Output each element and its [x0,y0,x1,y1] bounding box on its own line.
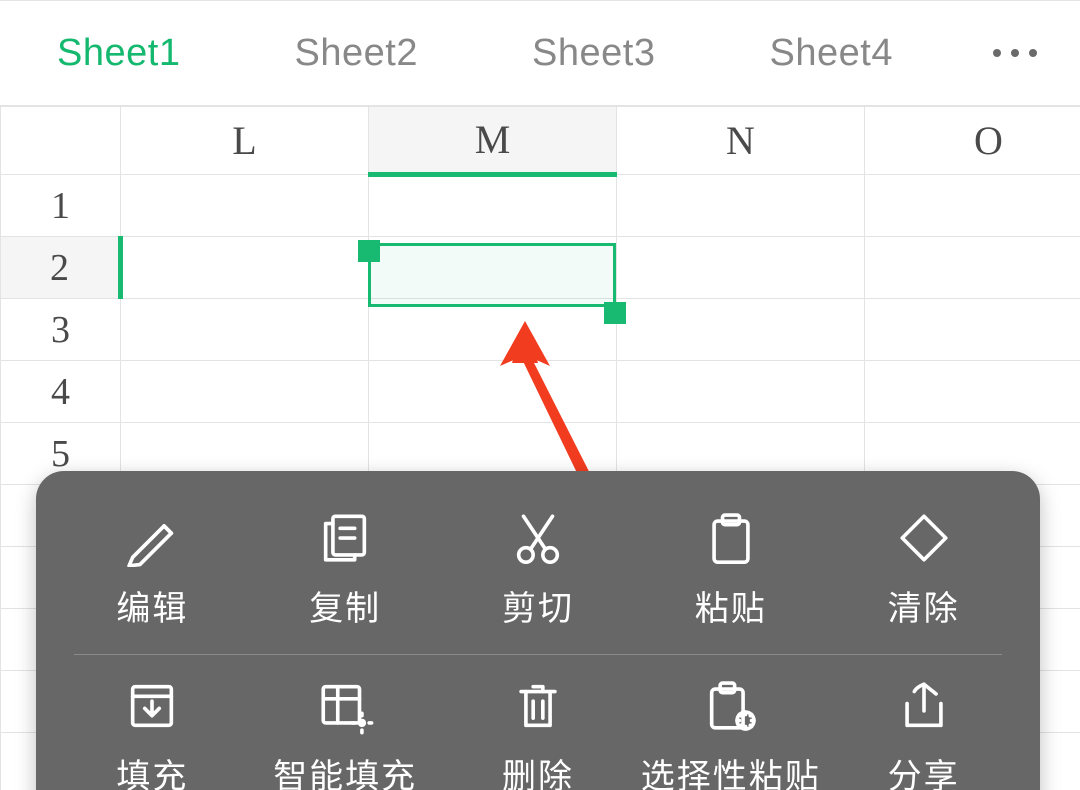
row-label: 3 [51,309,70,351]
cell-N3[interactable] [617,299,865,361]
ctx-label: 智能填充 [273,749,417,790]
ctx-label: 选择性粘贴 [641,749,821,790]
ctx-label: 剪切 [502,581,574,630]
selection-handle-bottom-right[interactable] [604,302,626,324]
column-header-O[interactable]: O [865,107,1080,175]
cell-L1[interactable] [121,175,369,237]
sheet-tab-2[interactable]: Sheet2 [238,1,476,105]
smart-fill-icon [316,677,374,735]
sheet-tab-label: Sheet3 [532,32,655,75]
column-label: O [974,118,1003,163]
cell-N1[interactable] [617,175,865,237]
column-header-L[interactable]: L [121,107,369,175]
sheet-tab-label: Sheet2 [295,32,418,75]
column-label: N [726,118,755,163]
ellipsis-icon [993,49,1001,57]
row-label: 5 [51,433,70,475]
fill-down-icon [123,677,181,735]
ctx-smart-fill-button[interactable]: 智能填充 [249,677,442,790]
column-header-N[interactable]: N [617,107,865,175]
cell-L4[interactable] [121,361,369,423]
trash-icon [509,677,567,735]
clipboard-gear-icon [702,677,760,735]
cell-L3[interactable] [121,299,369,361]
cell-M3[interactable] [369,299,617,361]
column-header-M[interactable]: M [369,107,617,175]
ctx-label: 删除 [502,749,574,790]
spreadsheet-area[interactable]: L M N O 1 2 3 4 5 6 7 8 9 10 编辑 [0,106,1080,790]
ctx-label: 清除 [888,581,960,630]
column-label: M [475,117,511,162]
ctx-label: 填充 [116,749,188,790]
cell-O3[interactable] [865,299,1080,361]
copy-icon [316,509,374,567]
sheet-tab-strip: Sheet1 Sheet2 Sheet3 Sheet4 [0,0,1080,106]
row-label: 4 [51,371,70,413]
ellipsis-icon [1011,49,1019,57]
ctx-label: 粘贴 [695,581,767,630]
row-header-3[interactable]: 3 [1,299,121,361]
sheet-tab-label: Sheet1 [57,32,180,75]
sheet-tab-4[interactable]: Sheet4 [713,1,951,105]
cell-M4[interactable] [369,361,617,423]
cell-L2[interactable] [121,237,369,299]
cell-O2[interactable] [865,237,1080,299]
cell-N2[interactable] [617,237,865,299]
ctx-edit-button[interactable]: 编辑 [56,509,249,630]
cell-O1[interactable] [865,175,1080,237]
ctx-delete-button[interactable]: 删除 [442,677,635,790]
ctx-clear-button[interactable]: 清除 [827,509,1020,630]
ctx-share-button[interactable]: 分享 [827,677,1020,790]
cell-O4[interactable] [865,361,1080,423]
ctx-paste-button[interactable]: 粘贴 [634,509,827,630]
ctx-cut-button[interactable]: 剪切 [442,509,635,630]
cell-M1[interactable] [369,175,617,237]
pencil-icon [123,509,181,567]
ellipsis-icon [1029,49,1037,57]
row-header-4[interactable]: 4 [1,361,121,423]
ctx-copy-button[interactable]: 复制 [249,509,442,630]
corner-cell[interactable] [1,107,121,175]
row-label: 1 [51,185,70,227]
sheet-tab-label: Sheet4 [770,32,893,75]
context-menu: 编辑 复制 剪切 粘贴 清除 填充 [36,471,1040,790]
clipboard-icon [702,509,760,567]
ctx-paste-special-button[interactable]: 选择性粘贴 [634,677,827,790]
row-label: 2 [50,247,69,289]
sheet-tab-3[interactable]: Sheet3 [475,1,713,105]
scissors-icon [509,509,567,567]
selection-handle-top-left[interactable] [358,240,380,262]
ctx-label: 编辑 [116,581,188,630]
share-icon [895,677,953,735]
ctx-label: 复制 [309,581,381,630]
row-header-1[interactable]: 1 [1,175,121,237]
column-label: L [232,118,256,163]
sheet-tab-1[interactable]: Sheet1 [0,1,238,105]
ctx-label: 分享 [888,749,960,790]
more-tabs-button[interactable] [950,1,1080,105]
cell-M2[interactable] [369,237,617,299]
eraser-icon [895,509,953,567]
row-header-2[interactable]: 2 [1,237,121,299]
cell-N4[interactable] [617,361,865,423]
ctx-fill-button[interactable]: 填充 [56,677,249,790]
